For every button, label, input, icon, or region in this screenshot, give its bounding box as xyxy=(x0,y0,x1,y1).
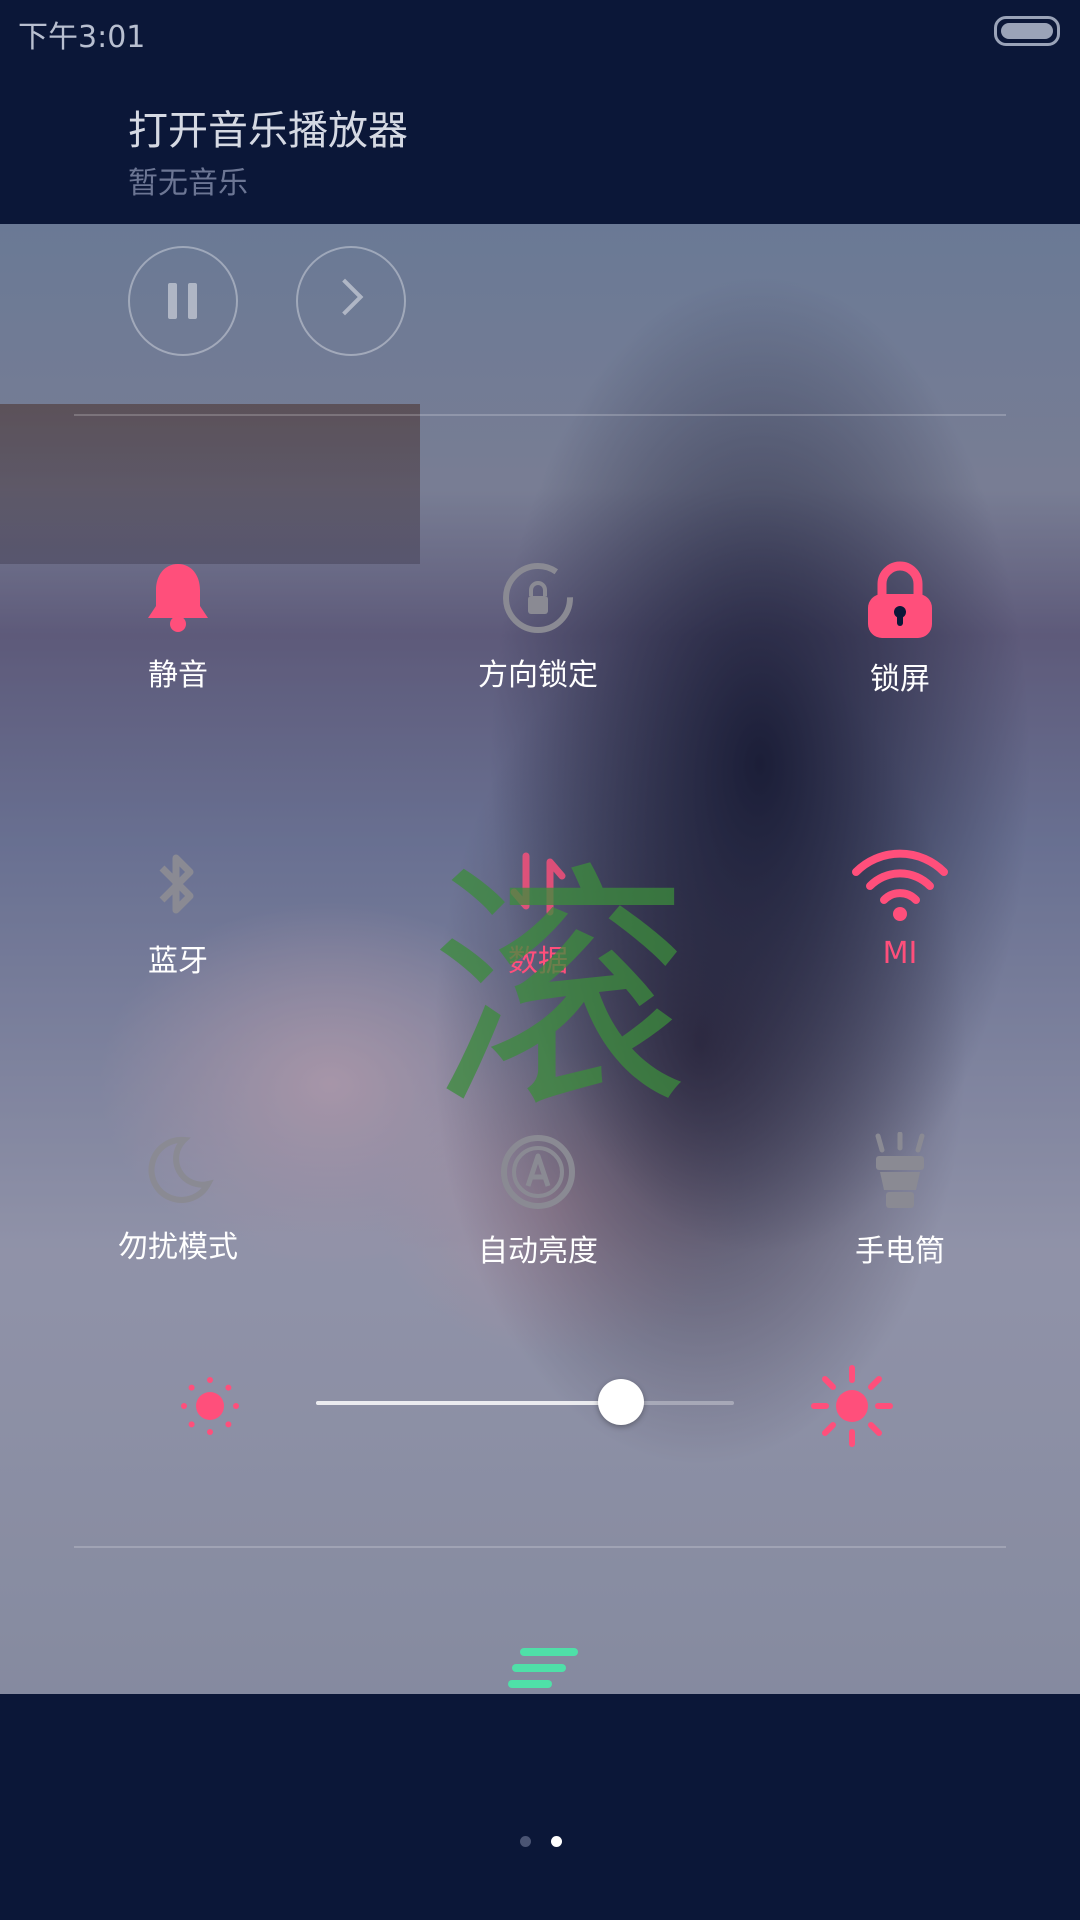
toggle-label: 自动亮度 xyxy=(478,1234,598,1269)
page-dot-active[interactable] xyxy=(551,1836,563,1847)
music-player-subtitle: 暂无音乐 xyxy=(128,166,248,201)
brightness-low-icon xyxy=(181,1377,239,1435)
chevron-right-icon xyxy=(326,278,364,316)
toggle-label: 静音 xyxy=(148,658,208,693)
page-dot[interactable] xyxy=(520,1836,531,1847)
bell-icon xyxy=(148,564,208,632)
toggle-label: 锁屏 xyxy=(870,662,930,697)
brightness-slider[interactable] xyxy=(316,1379,734,1425)
battery-icon xyxy=(994,16,1060,46)
bluetooth-icon xyxy=(159,854,194,914)
status-time: 下午3:01 xyxy=(18,20,146,55)
next-button[interactable] xyxy=(296,246,406,356)
page-indicator xyxy=(520,1832,577,1851)
toggle-rotation-lock[interactable]: 方向锁定 xyxy=(418,560,658,694)
toggle-label: 勿扰模式 xyxy=(118,1230,238,1265)
lock-icon xyxy=(868,561,932,638)
rotation-lock-icon xyxy=(503,563,573,633)
toggle-label: 蓝牙 xyxy=(148,944,208,979)
brightness-slider-thumb[interactable] xyxy=(598,1379,645,1425)
brightness-slider-fill xyxy=(316,1401,622,1405)
drag-handle[interactable] xyxy=(508,1648,578,1696)
flashlight-icon xyxy=(875,1132,925,1208)
toggle-label: 手电筒 xyxy=(855,1234,945,1269)
moon-icon xyxy=(148,1136,214,1203)
toggle-label: MI xyxy=(882,936,918,971)
toggle-flashlight[interactable]: 手电筒 xyxy=(780,1132,1020,1270)
toggle-do-not-disturb[interactable]: 勿扰模式 xyxy=(58,1132,298,1266)
divider xyxy=(74,1546,1006,1548)
toggle-lock-screen[interactable]: 锁屏 xyxy=(780,560,1020,698)
music-player-title[interactable]: 打开音乐播放器 xyxy=(128,98,408,156)
toggle-wifi[interactable]: MI xyxy=(780,846,1020,971)
overlay-character: 滚 xyxy=(430,842,690,1144)
status-bar: 下午3:01 xyxy=(0,0,1080,60)
divider xyxy=(74,414,1006,416)
wifi-icon xyxy=(852,849,948,921)
brightness-high-icon xyxy=(811,1365,893,1447)
pause-button[interactable] xyxy=(128,246,238,356)
toggle-bluetooth[interactable]: 蓝牙 xyxy=(58,846,298,980)
toggle-label: 方向锁定 xyxy=(478,658,598,693)
toggle-silent[interactable]: 静音 xyxy=(58,560,298,694)
